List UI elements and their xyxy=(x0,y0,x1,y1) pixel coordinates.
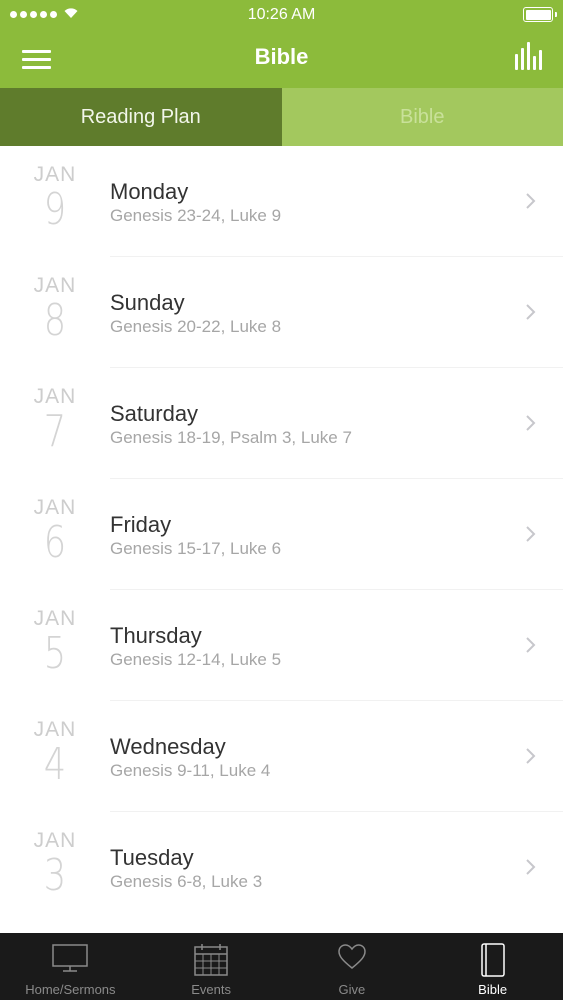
date-month: JAN xyxy=(33,718,77,741)
date-month: JAN xyxy=(33,496,77,519)
date-block: JAN 4 xyxy=(18,719,92,787)
tab-label: Give xyxy=(338,982,366,997)
date-day: 8 xyxy=(43,295,67,346)
chevron-right-icon xyxy=(526,637,536,653)
monitor-icon xyxy=(52,944,89,972)
date-day: 5 xyxy=(43,628,67,679)
date-day: 7 xyxy=(43,406,67,457)
passage-label: Genesis 20-22, Luke 8 xyxy=(110,317,282,336)
chevron-right-icon xyxy=(526,859,536,875)
date-block: JAN 3 xyxy=(18,830,92,898)
tab-home-sermons[interactable]: Home/Sermons xyxy=(0,933,141,1000)
status-time: 10:26 AM xyxy=(247,6,316,23)
list-item[interactable]: JAN 7 Saturday Genesis 18-19, Psalm 3, L… xyxy=(0,368,563,479)
weekday-label: Friday xyxy=(110,512,172,537)
date-month: JAN xyxy=(33,829,77,852)
date-month: JAN xyxy=(33,163,77,186)
book-icon xyxy=(480,943,505,977)
passage-label: Genesis 12-14, Luke 5 xyxy=(110,650,282,669)
weekday-label: Thursday xyxy=(110,623,202,648)
tab-label: Bible xyxy=(478,982,508,997)
weekday-label: Wednesday xyxy=(110,734,226,759)
tab-bible[interactable]: Bible xyxy=(422,933,563,1000)
list-item[interactable]: JAN 4 Wednesday Genesis 9-11, Luke 4 xyxy=(0,701,563,812)
passage-label: Genesis 18-19, Psalm 3, Luke 7 xyxy=(110,428,352,447)
tab-label: Home/Sermons xyxy=(25,982,116,997)
chevron-right-icon xyxy=(526,193,536,209)
list-item[interactable]: JAN 8 Sunday Genesis 20-22, Luke 8 xyxy=(0,257,563,368)
date-month: JAN xyxy=(33,385,77,408)
chevron-right-icon xyxy=(526,415,536,431)
date-day: 6 xyxy=(43,517,67,568)
page-title: Bible xyxy=(254,44,309,69)
weekday-label: Monday xyxy=(110,179,189,204)
date-day: 4 xyxy=(43,739,67,790)
segment-reading-plan[interactable]: Reading Plan xyxy=(0,88,282,146)
weekday-label: Saturday xyxy=(110,401,199,426)
tab-events[interactable]: Events xyxy=(141,933,282,1000)
list-item[interactable]: JAN 3 Tuesday Genesis 6-8, Luke 3 xyxy=(0,812,563,923)
navigation-bar: Bible xyxy=(0,30,563,88)
app-header: 10:26 AM Bible xyxy=(0,0,563,88)
segmented-control: Reading Plan Bible xyxy=(0,88,563,146)
chevron-right-icon xyxy=(526,748,536,764)
weekday-label: Tuesday xyxy=(110,845,194,870)
chevron-right-icon xyxy=(526,526,536,542)
date-block: JAN 5 xyxy=(18,608,92,676)
tab-bar: Home/Sermons Events Give Bible xyxy=(0,933,563,1000)
date-month: JAN xyxy=(33,607,77,630)
tab-give[interactable]: Give xyxy=(282,933,423,1000)
chevron-right-icon xyxy=(526,304,536,320)
tab-label: Events xyxy=(191,982,231,997)
date-block: JAN 6 xyxy=(18,497,92,565)
date-block: JAN 7 xyxy=(18,386,92,454)
list-item[interactable]: JAN 9 Monday Genesis 23-24, Luke 9 xyxy=(0,146,563,257)
date-day: 9 xyxy=(43,184,67,235)
list-item[interactable]: JAN 5 Thursday Genesis 12-14, Luke 5 xyxy=(0,590,563,701)
weekday-label: Sunday xyxy=(110,290,185,315)
segment-bible[interactable]: Bible xyxy=(281,88,563,146)
bar-chart-icon[interactable] xyxy=(513,42,543,72)
date-day: 3 xyxy=(43,850,67,901)
battery-icon xyxy=(523,7,557,22)
list-item[interactable]: JAN 6 Friday Genesis 15-17, Luke 6 xyxy=(0,479,563,590)
reading-plan-list: JAN 9 Monday Genesis 23-24, Luke 9 JAN 8… xyxy=(0,146,563,933)
heart-icon xyxy=(338,944,366,969)
passage-label: Genesis 15-17, Luke 6 xyxy=(110,539,282,558)
passage-label: Genesis 23-24, Luke 9 xyxy=(110,206,282,225)
status-bar: 10:26 AM xyxy=(0,0,563,30)
passage-label: Genesis 6-8, Luke 3 xyxy=(110,872,263,891)
date-block: JAN 8 xyxy=(18,275,92,343)
calendar-icon xyxy=(194,944,228,976)
date-month: JAN xyxy=(33,274,77,297)
date-block: JAN 9 xyxy=(18,164,92,232)
passage-label: Genesis 9-11, Luke 4 xyxy=(110,761,271,780)
hamburger-menu-icon[interactable] xyxy=(18,42,58,74)
